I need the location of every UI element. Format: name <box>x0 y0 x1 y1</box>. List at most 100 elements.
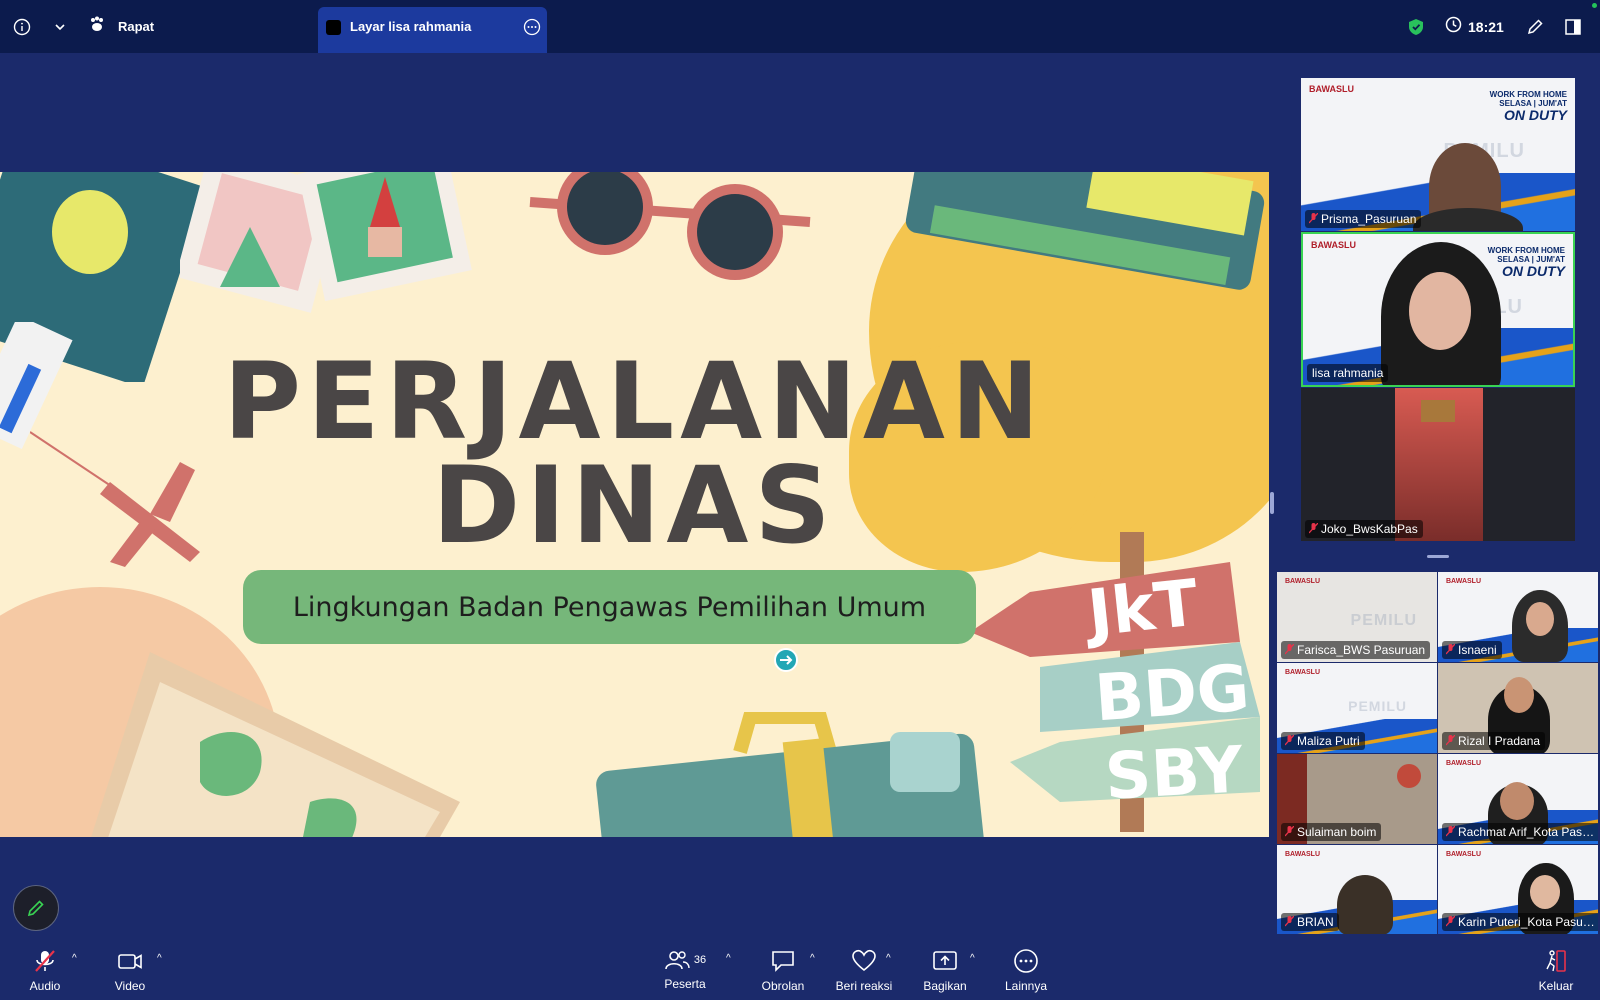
more-dots-icon <box>1014 949 1038 973</box>
participants-label: Peserta <box>664 977 706 991</box>
participant-face <box>1409 272 1471 350</box>
video-tile[interactable]: BAWASLU PEMILU Farisca_BWS Pasuruan <box>1277 572 1437 662</box>
window-thumbnail-icon <box>326 20 341 35</box>
audio-options-caret[interactable]: ^ <box>72 953 77 964</box>
video-tile-active-speaker[interactable]: BAWASLU WORK FROM HOME SELASA | JUM'AT ON … <box>1301 232 1575 387</box>
chat-label: Obrolan <box>761 979 805 993</box>
participant-name: Sulaiman boim <box>1281 823 1382 841</box>
bawaslu-logo: BAWASLU <box>1311 240 1356 250</box>
more-label: Lainnya <box>1004 979 1048 993</box>
video-tile[interactable]: Sulaiman boim <box>1277 754 1437 844</box>
wall-frame <box>1421 400 1455 422</box>
participant-face <box>1500 782 1534 820</box>
bawaslu-logo: BAWASLU <box>1285 578 1320 585</box>
annotate-pencil-icon[interactable] <box>1526 0 1544 53</box>
mic-muted-icon <box>1309 523 1318 534</box>
mic-muted-icon <box>1446 826 1455 837</box>
video-tile[interactable]: Rizal I Pradana <box>1438 663 1598 753</box>
chevron-down-icon[interactable] <box>53 0 67 53</box>
participant-name: Rizal I Pradana <box>1442 732 1546 750</box>
mic-muted-icon <box>1285 735 1294 746</box>
participant-face <box>1526 602 1554 636</box>
wallet-illustration <box>905 172 1265 290</box>
share-screen-tab[interactable]: Layar lisa rahmania <box>318 7 547 53</box>
more-button[interactable]: Lainnya <box>981 940 1071 1000</box>
video-tile[interactable]: BAWASLU Isnaeni <box>1438 572 1598 662</box>
chat-button[interactable]: Obrolan <box>738 940 828 1000</box>
bawaslu-logo: BAWASLU <box>1446 578 1481 585</box>
participants-icon <box>665 951 690 970</box>
bawaslu-logo: BAWASLU <box>1285 669 1320 676</box>
bawaslu-logo: BAWASLU <box>1309 84 1354 94</box>
wfh-banner: WORK FROM HOME SELASA | JUM'AT ON DUTY <box>1489 90 1567 123</box>
meeting-controls: Audio ^ Video ^ 36 Peserta ^ Obrolan ^ B… <box>0 940 1600 1000</box>
status-dot <box>1592 3 1597 8</box>
participant-face <box>1504 677 1534 713</box>
security-shield-icon[interactable] <box>1407 0 1425 53</box>
meeting-label: Rapat <box>118 19 155 34</box>
video-button[interactable]: Video <box>85 940 175 1000</box>
reactions-label: Beri reaksi <box>835 979 893 993</box>
leave-label: Keluar <box>1538 979 1574 993</box>
shared-screen-slide: JkT BDG SBY PERJALANAN DINAS Lingkungan … <box>0 172 1269 837</box>
mic-muted-icon <box>1446 735 1455 746</box>
paw-icon <box>88 15 106 38</box>
share-tab-label: Layar lisa rahmania <box>350 19 472 34</box>
reactions-options-caret[interactable]: ^ <box>886 953 891 964</box>
sign-jkt: JkT <box>1084 566 1202 652</box>
participant-name: Joko_BwsKabPas <box>1305 520 1423 538</box>
share-label: Bagikan <box>923 979 967 993</box>
participants-options-caret[interactable]: ^ <box>726 953 731 964</box>
share-screen-icon <box>933 951 957 970</box>
pemilu-watermark: PEMILU <box>1348 698 1407 714</box>
reactions-button[interactable]: Beri reaksi <box>819 940 909 1000</box>
video-options-caret[interactable]: ^ <box>157 953 162 964</box>
panel-resize-handle[interactable] <box>1270 492 1274 514</box>
slide-title: PERJALANAN DINAS <box>0 349 1269 567</box>
audio-button[interactable]: Audio <box>0 940 90 1000</box>
chat-options-caret[interactable]: ^ <box>810 953 815 964</box>
clock-icon <box>1445 16 1462 38</box>
annotation-pencil-button[interactable] <box>13 885 59 931</box>
map-illustration <box>91 652 460 837</box>
participant-video <box>1337 875 1393 934</box>
mic-muted-icon <box>35 950 55 972</box>
info-icon[interactable] <box>13 0 31 53</box>
video-tile[interactable]: BAWASLU WORK FROM HOME SELASA | JUM'AT ON … <box>1301 78 1575 231</box>
participant-name: Rachmat Arif_Kota Pasu... <box>1442 823 1598 841</box>
leave-door-icon <box>1546 950 1566 972</box>
slide-title-line2: DINAS <box>432 444 837 567</box>
bawaslu-logo: BAWASLU <box>1446 851 1481 858</box>
audio-label: Audio <box>29 979 61 993</box>
participant-name: lisa rahmania <box>1307 364 1389 382</box>
participants-button[interactable]: 36 Peserta <box>640 940 730 1000</box>
more-options-icon[interactable] <box>523 18 541 41</box>
bawaslu-logo: BAWASLU <box>1285 851 1320 858</box>
remote-cursor-icon <box>774 648 798 672</box>
gallery-resize-handle[interactable] <box>1427 555 1449 558</box>
video-tile[interactable]: Joko_BwsKabPas <box>1301 388 1575 541</box>
mic-muted-icon <box>1309 213 1318 224</box>
wfh-banner: WORK FROM HOME SELASA | JUM'AT ON DUTY <box>1487 246 1565 279</box>
video-label: Video <box>114 979 146 993</box>
mic-muted-icon <box>1446 916 1455 927</box>
leave-button[interactable]: Keluar <box>1513 940 1599 1000</box>
participants-count: 36 <box>693 954 707 966</box>
meeting-timer[interactable]: 18:21 <box>1445 0 1504 53</box>
share-options-caret[interactable]: ^ <box>970 953 975 964</box>
meeting-menu[interactable]: Rapat <box>88 0 154 53</box>
pemilu-watermark: PEMILU <box>1350 612 1417 629</box>
mic-muted-icon <box>1285 826 1294 837</box>
participant-name: BRIAN <box>1281 913 1339 931</box>
photos-illustration <box>180 172 472 313</box>
video-tile[interactable]: BAWASLU BRIAN <box>1277 845 1437 934</box>
video-tile[interactable]: BAWASLU Rachmat Arif_Kota Pasu... <box>1438 754 1598 844</box>
share-button[interactable]: Bagikan <box>900 940 990 1000</box>
mic-muted-icon <box>1285 644 1294 655</box>
video-tile[interactable]: BAWASLU Karin Puteri_Kota Pasur... <box>1438 845 1598 934</box>
video-tile[interactable]: BAWASLU PEMILU Maliza Putri <box>1277 663 1437 753</box>
participant-name: Maliza Putri <box>1281 732 1365 750</box>
layout-view-icon[interactable] <box>1564 0 1582 53</box>
clock-text: 18:21 <box>1468 18 1504 35</box>
mic-muted-icon <box>1285 916 1294 927</box>
